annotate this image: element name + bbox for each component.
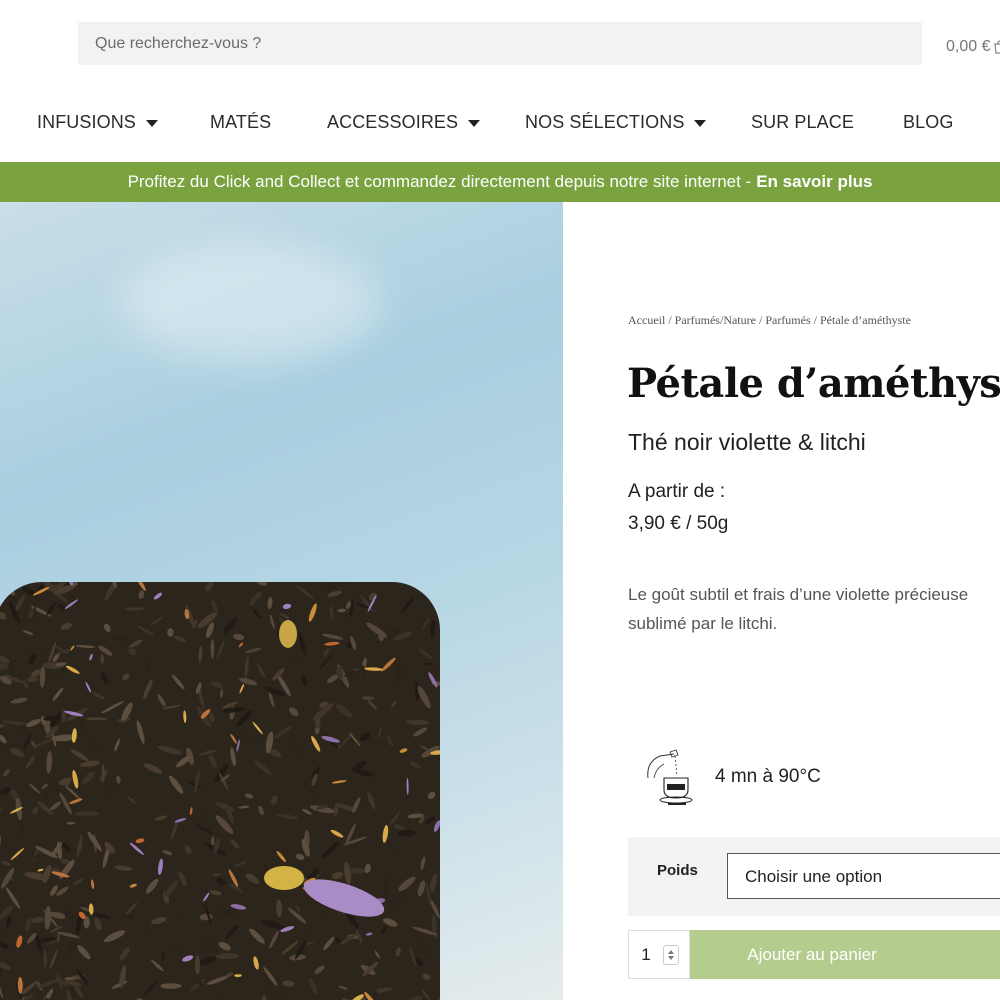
nav-label: INFUSIONS	[37, 112, 136, 132]
caret-down-icon	[468, 120, 481, 127]
breadcrumb-category[interactable]: Parfumés/Nature	[675, 313, 756, 327]
steeping-instructions: 4 mn à 90°C	[715, 766, 821, 787]
promo-banner: Profitez du Click and Collect et command…	[0, 162, 1000, 202]
teapot-steeping-icon	[647, 749, 693, 805]
nav-item-sur-place[interactable]: SUR PLACE	[751, 112, 854, 133]
promo-text: Profitez du Click and Collect et command…	[127, 172, 752, 191]
breadcrumb-home[interactable]: Accueil	[628, 313, 665, 327]
description-line: sublimé par le litchi.	[628, 614, 778, 633]
variation-form: Poids Choisir une option	[628, 837, 1000, 916]
cart-bag-icon	[994, 40, 1000, 54]
weight-select[interactable]: Choisir une option	[727, 853, 1000, 899]
cart-summary[interactable]: 0,00 €	[946, 38, 1000, 56]
nav-item-infusions[interactable]: INFUSIONS	[37, 112, 158, 133]
nav-label: SUR PLACE	[751, 112, 854, 132]
price-value: 3,90 € / 50g	[628, 513, 729, 534]
caret-down-icon	[694, 120, 707, 127]
product-image-area	[0, 202, 563, 1000]
add-to-cart-button[interactable]: Ajouter au panier	[690, 930, 1000, 979]
nav-label: MATÉS	[210, 112, 272, 132]
nav-label: BLOG	[903, 112, 954, 132]
product-description: Le goût subtil et frais d’une violette p…	[628, 580, 1000, 638]
price-label: A partir de :	[628, 481, 726, 502]
description-line: Le goût subtil et frais d’une violette p…	[628, 585, 969, 604]
quantity-stepper[interactable]	[628, 930, 690, 979]
promo-link[interactable]: En savoir plus	[756, 172, 872, 192]
product-subtitle: Thé noir violette & litchi	[628, 429, 866, 455]
nav-label: NOS SÉLECTIONS	[525, 112, 685, 132]
weight-label: Poids	[657, 862, 698, 879]
search-input[interactable]	[78, 22, 922, 65]
nav-item-mates[interactable]: MATÉS	[210, 112, 271, 133]
search-bar[interactable]	[78, 22, 922, 65]
product-title: Pétale d’améthyste	[627, 360, 1000, 407]
product-image[interactable]	[0, 582, 440, 1000]
nav-item-accessoires[interactable]: ACCESSOIRES	[327, 112, 481, 133]
caret-down-icon	[145, 120, 158, 127]
cart-total: 0,00 €	[946, 38, 991, 55]
breadcrumb-subcategory[interactable]: Parfumés	[765, 313, 810, 327]
tea-leaves-image	[0, 582, 440, 1000]
nav-item-blog[interactable]: BLOG	[903, 112, 953, 133]
nav-item-nos-selections[interactable]: NOS SÉLECTIONS	[525, 112, 707, 133]
breadcrumb-current: Pétale d’améthyste	[819, 313, 911, 327]
main-nav: INFUSIONS MATÉS ACCESSOIRES NOS SÉLECTIO…	[0, 112, 1000, 142]
nav-label: ACCESSOIRES	[327, 112, 459, 132]
breadcrumb: Accueil / Parfumés/Nature / Parfumés / Pétale …	[628, 313, 911, 327]
quantity-input[interactable]	[629, 931, 663, 978]
spinner-arrows-icon[interactable]	[663, 944, 679, 965]
